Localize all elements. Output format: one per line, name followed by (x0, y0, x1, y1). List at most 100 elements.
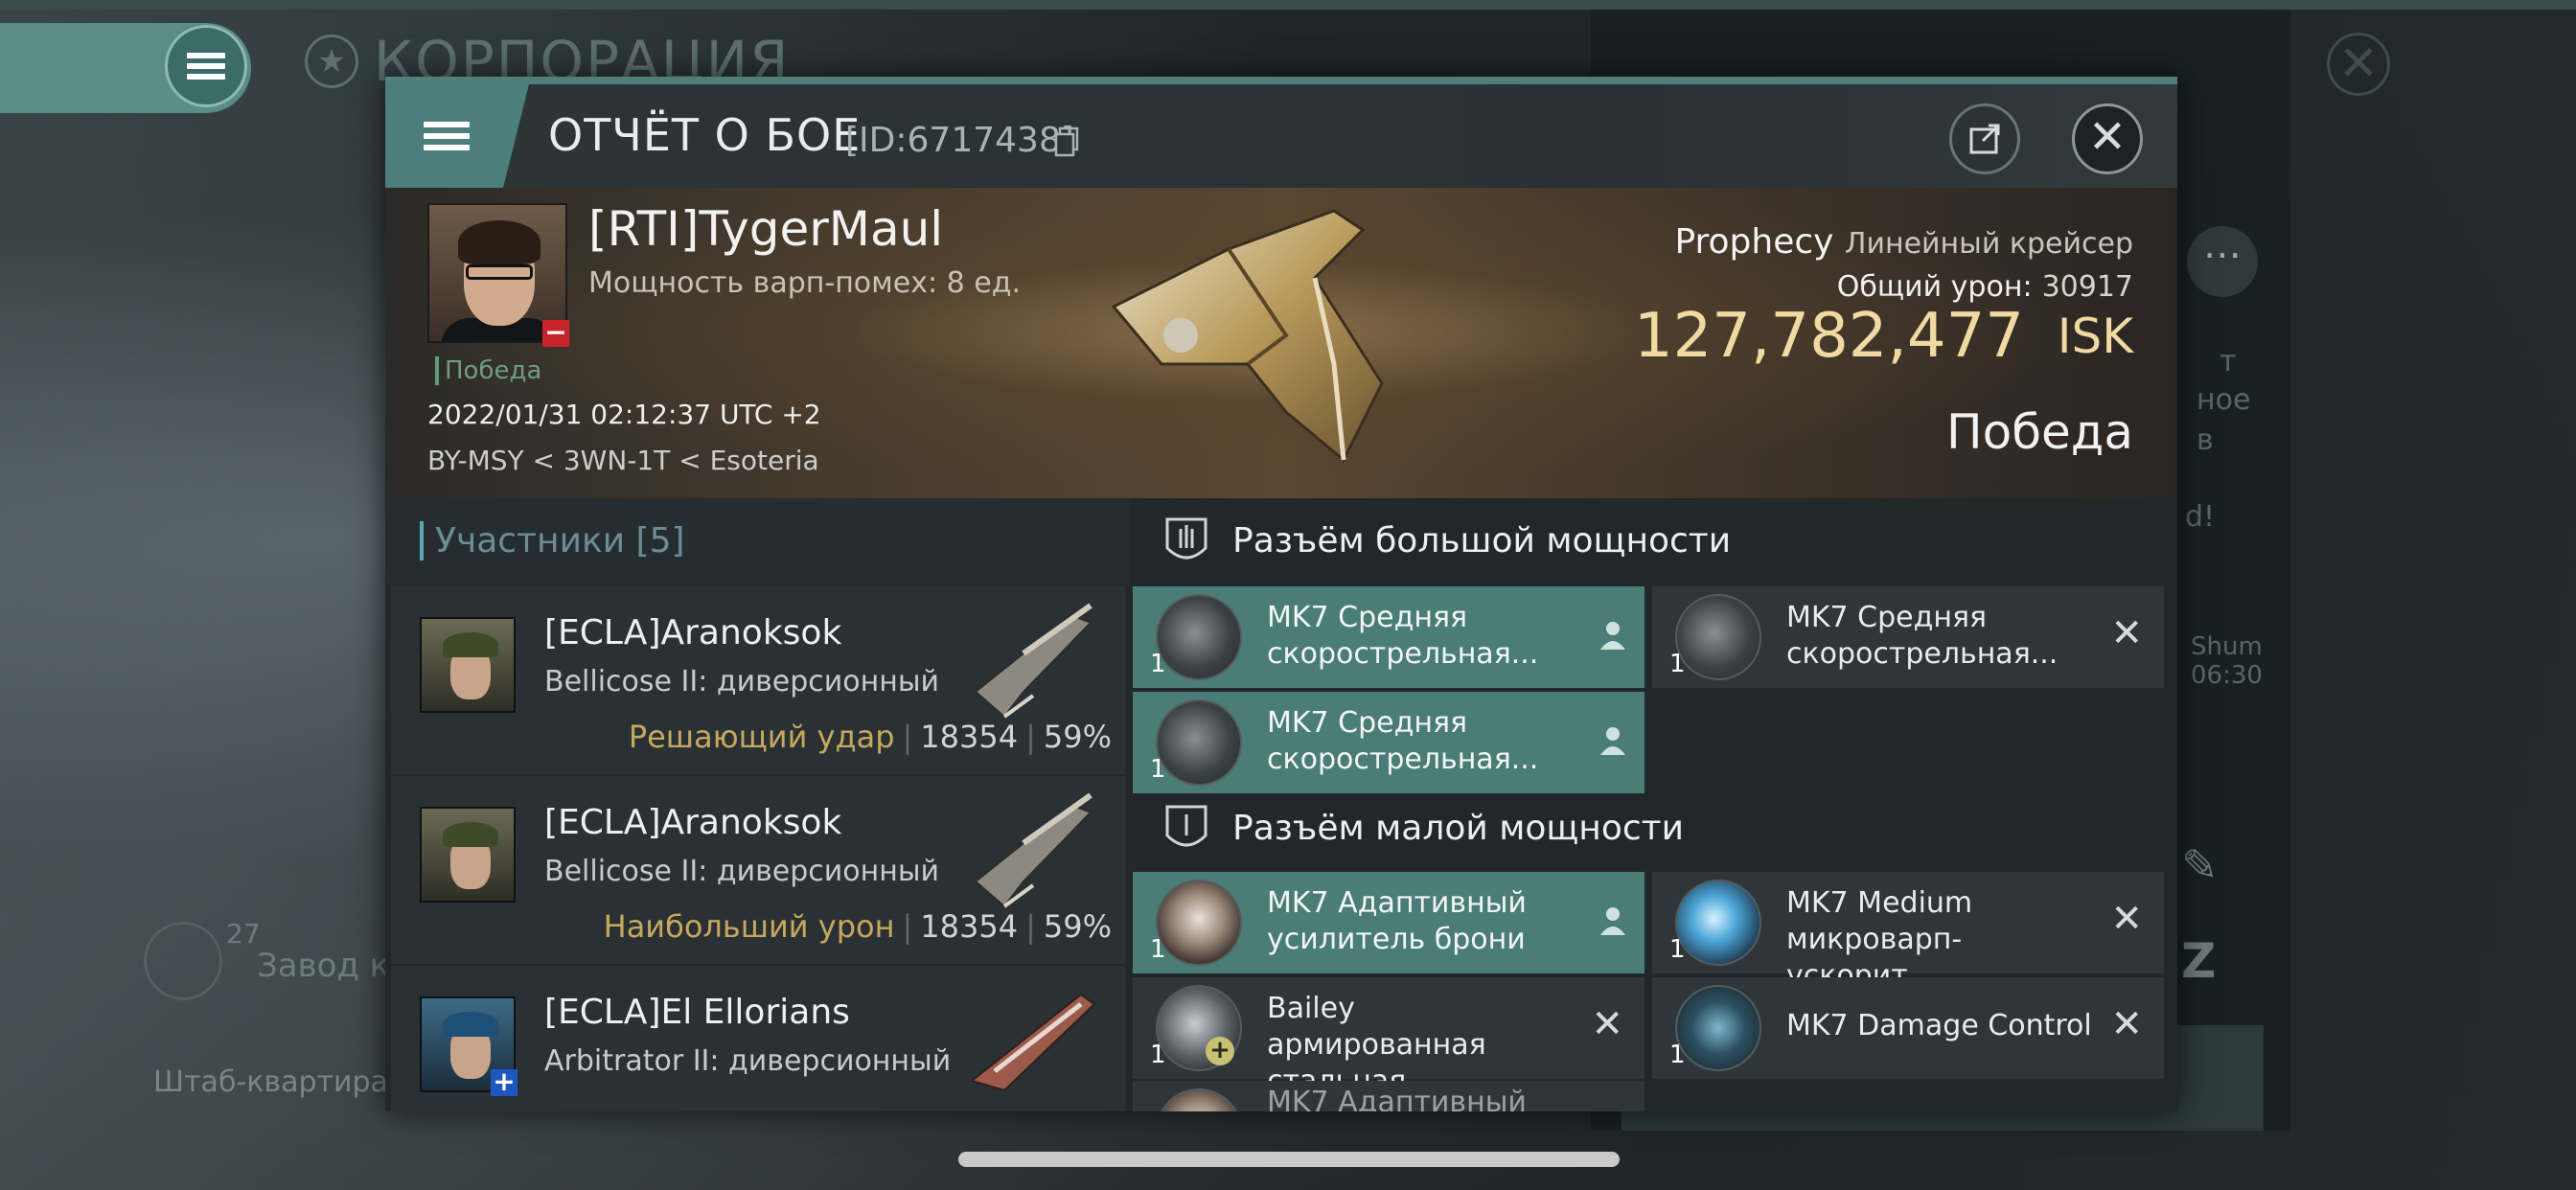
report-id: [ID:6717438] (845, 121, 1074, 160)
low-slot-title: Разъём малой мощности (1232, 809, 1685, 848)
dropped-person-icon (1600, 622, 1625, 650)
module-name: MK7 Damage Control (1786, 1009, 2092, 1042)
factory-icon[interactable] (144, 922, 222, 1000)
participant-row[interactable]: [ECLA]Aranoksok Bellicose II: диверсионн… (391, 586, 1125, 774)
module-name: MK7 Адаптивный усилитель брони (1267, 886, 1527, 956)
hamburger-icon (424, 116, 470, 156)
participant-percent: 59% (1043, 719, 1112, 755)
plus-icon: + (1206, 1037, 1234, 1065)
module-item[interactable]: 1 MK7 Средняя скорострельная... ✕ (1652, 586, 2164, 688)
participant-stats: Наибольший урон | 18354 | 59% (603, 908, 1112, 945)
dialog-header: ОТЧЁТ О БОЕ [ID:6717438] ✕ (385, 84, 2177, 188)
kill-datetime: 2022/01/31 02:12:37 UTC +2 (427, 399, 821, 430)
menu-icon[interactable] (165, 25, 247, 107)
ship-render (1111, 209, 1384, 463)
low-slot-header: Разъём малой мощности (1133, 786, 2177, 872)
participant-tag: Наибольший урон (603, 908, 895, 945)
module-qty: 1 (1669, 1041, 1686, 1069)
participant-ship: Bellicose II: диверсионный (544, 665, 940, 698)
more-options-icon[interactable]: ⋯ (2187, 226, 2258, 297)
background-close-icon[interactable]: ✕ (2327, 33, 2390, 96)
damage-value: 30917 (2041, 270, 2133, 304)
module-item[interactable]: MK7 Адаптивный (1133, 1081, 1644, 1111)
participant-row[interactable]: + [ECLA]El Ellorians Arbitrator II: диве… (391, 966, 1125, 1111)
module-qty: 1 (1150, 935, 1166, 964)
participants-title: Участники [5] (420, 521, 685, 561)
edit-icon[interactable]: ✎ (2181, 839, 2219, 891)
menu-button[interactable] (385, 84, 529, 188)
module-qty: 1 (1669, 650, 1686, 678)
damage-control-icon (1675, 985, 1761, 1071)
share-button[interactable] (1949, 103, 2020, 174)
module-item[interactable]: 1 MK7 Адаптивный усилитель брони (1133, 872, 1644, 973)
high-slot-icon (1165, 517, 1208, 560)
module-name: MK7 Средняя скорострельная... (1267, 601, 1539, 671)
microwarpdrive-icon (1675, 880, 1761, 966)
participant-damage: 18354 (920, 719, 1019, 755)
close-button[interactable]: ✕ (2072, 103, 2143, 174)
participant-name: [ECLA]Aranoksok (544, 613, 842, 652)
victim-ship[interactable]: Prophecy Линейный крейсер (1674, 222, 2133, 262)
participants-header: Участники [5] (385, 498, 1129, 584)
bg-fragment: Shum (2191, 632, 2263, 661)
participants-panel: Участники [5] [ECLA]Aranoksok Bellicose … (385, 498, 1129, 1111)
participant-row[interactable]: [ECLA]Aranoksok Bellicose II: диверсионн… (391, 776, 1125, 964)
warp-disruption: Мощность варп-помех: 8 ед. (588, 266, 1022, 300)
module-item[interactable]: 1 MK7 Damage Control ✕ (1652, 977, 2164, 1079)
hostile-badge-icon: − (542, 319, 569, 347)
battle-result: Победа (1946, 404, 2133, 460)
participant-avatar[interactable] (420, 617, 516, 713)
z-settings-icon[interactable]: Z (2181, 933, 2216, 989)
isk-value: 127,782,477 (1633, 301, 2024, 372)
module-name: MK7 Средняя скорострельная... (1786, 601, 2058, 671)
hq-label: Штаб-квартира К (153, 1065, 418, 1099)
victory-tag: Победа (435, 356, 541, 385)
fitting-panel: Разъём большой мощности 1 MK7 Средняя ск… (1133, 498, 2177, 1111)
kill-location[interactable]: BY-MSY < 3WN-1T < Esoteria (427, 445, 819, 476)
ship-icon (969, 993, 1096, 1092)
dropped-person-icon (1600, 727, 1625, 755)
participant-ship: Arbitrator II: диверсионный (544, 1044, 952, 1078)
armor-hardener-icon (1156, 1088, 1242, 1111)
bg-fragment: в (2196, 423, 2214, 457)
ship-name: Prophecy (1674, 222, 1834, 262)
module-item[interactable]: 1 MK7 Medium микроварп-ускорит.... ✕ (1652, 872, 2164, 993)
ship-class: Линейный крейсер (1844, 227, 2133, 261)
destroyed-x-icon: ✕ (2110, 611, 2143, 655)
victim-name[interactable]: [RTI]TygerMaul (588, 201, 943, 257)
corp-menu-tab[interactable] (0, 23, 251, 113)
turret-icon (1156, 699, 1242, 786)
dialog-accent-line (385, 77, 2177, 84)
participant-name: [ECLA]El Ellorians (544, 993, 850, 1032)
damage-label: Общий урон: (1836, 270, 2033, 304)
bg-fragment: т (2220, 345, 2237, 378)
participant-ship: Bellicose II: диверсионный (544, 855, 940, 888)
share-icon (1969, 124, 2000, 154)
low-slot-icon (1165, 805, 1208, 847)
ship-icon (974, 603, 1092, 719)
copy-icon[interactable] (1054, 126, 1079, 157)
module-name: MK7 Адаптивный (1267, 1086, 1527, 1111)
factory-count: 27 (226, 918, 261, 950)
module-qty: 1 (1669, 935, 1686, 964)
participant-damage: 18354 (920, 908, 1019, 945)
destroyed-x-icon: ✕ (1591, 1002, 1623, 1046)
module-item[interactable]: + 1 Bailey армированная стальная пластин… (1133, 977, 1644, 1111)
friendly-badge-icon: + (491, 1068, 518, 1096)
participant-avatar[interactable] (420, 807, 516, 903)
battle-report-dialog: ОТЧЁТ О БОЕ [ID:6717438] ✕ − [RTI]TygerM… (385, 77, 2177, 1111)
ship-icon (974, 792, 1092, 908)
module-item[interactable]: 1 MK7 Средняя скорострельная... (1133, 586, 1644, 688)
module-item[interactable]: 1 MK7 Средняя скорострельная... (1133, 692, 1644, 793)
participant-name: [ECLA]Aranoksok (544, 803, 842, 842)
close-icon: ✕ (2087, 110, 2128, 164)
participant-stats: Решающий удар | 18354 | 59% (628, 719, 1112, 755)
home-indicator[interactable] (958, 1152, 1620, 1167)
isk-unit: ISK (2057, 309, 2133, 364)
participant-tag: Решающий удар (628, 719, 895, 755)
turret-icon (1156, 594, 1242, 680)
dropped-person-icon (1600, 907, 1625, 935)
destroyed-x-icon: ✕ (2110, 1002, 2143, 1046)
module-name: MK7 Средняя скорострельная... (1267, 706, 1539, 776)
module-qty: 1 (1150, 755, 1166, 784)
